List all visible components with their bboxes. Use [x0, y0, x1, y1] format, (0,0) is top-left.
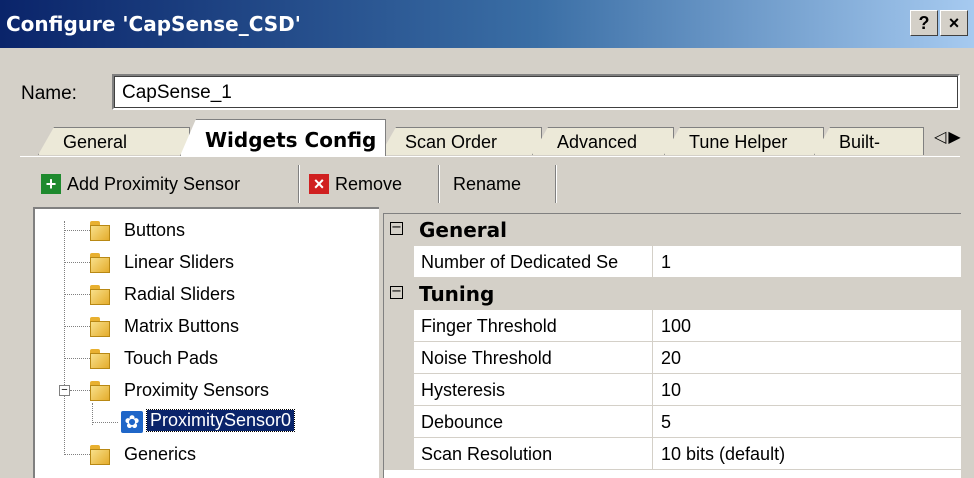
tree-item-label: Buttons — [124, 220, 186, 240]
name-input[interactable]: CapSense_1 — [112, 74, 960, 110]
tab-widgets-config[interactable]: Widgets Config — [180, 119, 386, 156]
remove-button-label: Remove — [335, 173, 403, 194]
property-name: Hysteresis — [421, 380, 506, 400]
tab-scroll-right-icon[interactable]: ▶ — [948, 127, 962, 146]
toolbar-separator — [555, 165, 556, 203]
tab-bar: General Widgets Config Scan Order Advanc… — [20, 119, 963, 157]
remove-button[interactable]: × Remove — [303, 165, 402, 203]
category-general[interactable]: − General — [384, 214, 961, 246]
tree-item-label: Linear Sliders — [124, 252, 235, 272]
folder-icon — [88, 442, 112, 466]
property-value[interactable]: 20 — [661, 348, 681, 369]
folder-icon — [88, 282, 112, 306]
tree-item-label: Generics — [124, 444, 197, 464]
help-button[interactable]: ? — [910, 10, 938, 36]
tree-item-proximitysensor0[interactable]: ✿ ProximitySensor0 — [35, 408, 375, 438]
collapse-icon[interactable]: − — [390, 285, 403, 299]
tab-underline — [20, 156, 960, 157]
tree-item-label: Touch Pads — [124, 348, 219, 368]
property-row[interactable]: Debounce 5 — [384, 406, 961, 438]
folder-icon — [88, 314, 112, 338]
property-value[interactable]: 1 — [661, 252, 671, 273]
property-name: Noise Threshold — [421, 348, 552, 368]
folder-icon — [88, 346, 112, 370]
tab-scroll-left-icon[interactable]: ◁ — [934, 127, 948, 146]
toolbar-separator — [298, 165, 299, 203]
gear-icon: ✿ — [121, 411, 143, 433]
property-row[interactable]: Noise Threshold 20 — [384, 342, 961, 374]
tab-general[interactable]: General — [38, 127, 190, 155]
property-row[interactable]: Number of Dedicated Se 1 — [384, 246, 961, 278]
rename-button-label: Rename — [453, 173, 522, 194]
folder-icon — [88, 218, 112, 242]
toolbar-separator — [438, 165, 439, 203]
tab-tune-helper[interactable]: Tune Helper — [664, 127, 824, 155]
tree-item-generics[interactable]: Generics — [35, 440, 375, 470]
collapse-icon[interactable]: − — [59, 385, 70, 396]
property-row[interactable]: Hysteresis 10 — [384, 374, 961, 406]
tab-built-in[interactable]: Built- — [814, 127, 924, 155]
tree-item-label: Proximity Sensors — [124, 380, 270, 400]
tree-item-linear-sliders[interactable]: Linear Sliders — [35, 248, 375, 278]
title-bar: Configure 'CapSense_CSD' ? × — [0, 0, 974, 48]
folder-icon — [88, 378, 112, 402]
category-label: General — [419, 218, 507, 242]
close-icon: × — [948, 13, 960, 33]
add-proximity-sensor-button[interactable]: + Add Proximity Sensor — [35, 165, 240, 203]
toolbar: + Add Proximity Sensor × Remove Rename — [33, 165, 963, 205]
tab-advanced[interactable]: Advanced — [532, 127, 674, 155]
window-title: Configure 'CapSense_CSD' — [6, 12, 301, 36]
property-row[interactable]: Finger Threshold 100 — [384, 310, 961, 342]
add-button-label: Add Proximity Sensor — [67, 173, 241, 194]
property-name: Finger Threshold — [421, 316, 557, 336]
property-grid: − General Number of Dedicated Se 1 − Tun… — [383, 213, 961, 478]
property-value[interactable]: 5 — [661, 412, 671, 433]
tree-item-touch-pads[interactable]: Touch Pads — [35, 344, 375, 374]
property-name: Debounce — [421, 412, 504, 432]
tree-item-radial-sliders[interactable]: Radial Sliders — [35, 280, 375, 310]
tree-item-label: Radial Sliders — [124, 284, 236, 304]
tree-item-label: Matrix Buttons — [124, 316, 240, 336]
folder-icon — [88, 250, 112, 274]
name-label: Name: — [21, 83, 77, 104]
property-value[interactable]: 10 bits (default) — [661, 444, 785, 465]
property-name: Number of Dedicated Se — [421, 252, 619, 272]
category-label: Tuning — [419, 282, 495, 306]
tree-item-label: ProximitySensor0 — [145, 409, 296, 432]
collapse-icon[interactable]: − — [390, 221, 403, 235]
property-value[interactable]: 100 — [661, 316, 691, 337]
tab-scroll: ◁▶ — [934, 127, 963, 146]
property-value[interactable]: 10 — [661, 380, 681, 401]
property-row[interactable]: Scan Resolution 10 bits (default) — [384, 438, 961, 470]
help-icon: ? — [918, 13, 930, 33]
property-name: Scan Resolution — [421, 444, 553, 464]
widget-tree[interactable]: Buttons Linear Sliders Radial Sliders Ma… — [33, 207, 379, 478]
close-button[interactable]: × — [940, 10, 968, 36]
tree-item-matrix-buttons[interactable]: Matrix Buttons — [35, 312, 375, 342]
category-tuning[interactable]: − Tuning — [384, 278, 961, 310]
remove-icon: × — [309, 174, 329, 194]
tab-scan-order[interactable]: Scan Order — [380, 127, 542, 155]
rename-button[interactable]: Rename — [453, 165, 521, 203]
add-icon: + — [41, 174, 61, 194]
tree-item-buttons[interactable]: Buttons — [35, 216, 375, 246]
tree-item-proximity-sensors[interactable]: − Proximity Sensors — [35, 376, 375, 406]
